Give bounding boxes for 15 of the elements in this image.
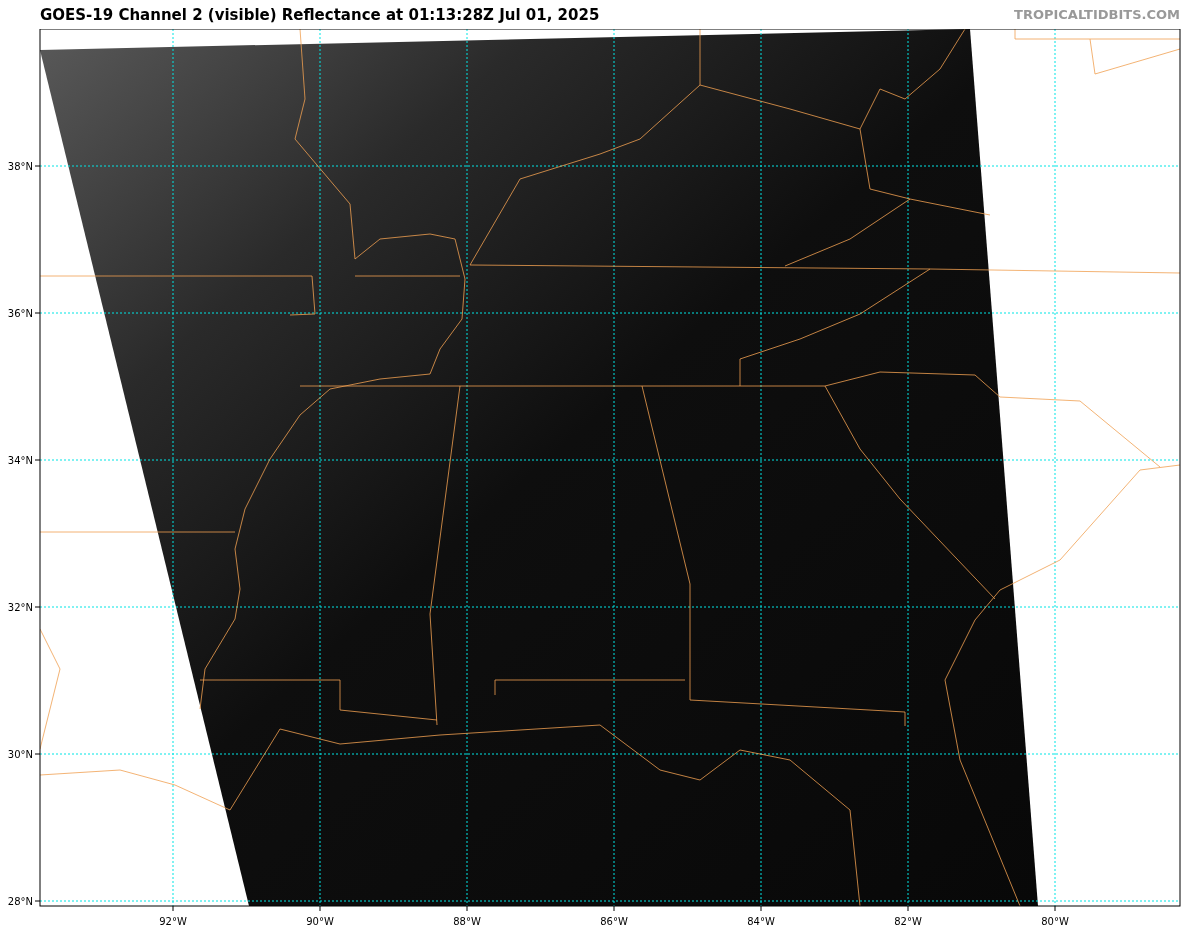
longitude-label: 90°W	[306, 916, 334, 927]
latitude-label: 38°N	[7, 161, 33, 172]
latitude-label: 32°N	[7, 602, 33, 613]
longitude-label: 86°W	[600, 916, 628, 927]
longitude-label: 88°W	[453, 916, 481, 927]
latitude-label: 30°N	[7, 749, 33, 760]
longitude-label: 84°W	[747, 916, 775, 927]
chart-title: GOES-19 Channel 2 (visible) Reflectance at 01:13:28Z Jul 01, 2025	[40, 5, 600, 24]
latitude-label: 28°N	[7, 896, 33, 907]
longitude-label: 80°W	[1041, 916, 1069, 927]
site-credit: TROPICALTIDBITS.COM	[1014, 7, 1180, 22]
longitude-label: 92°W	[159, 916, 187, 927]
longitude-label: 82°W	[894, 916, 922, 927]
latitude-label: 36°N	[7, 308, 33, 319]
latitude-label: 34°N	[7, 455, 33, 466]
